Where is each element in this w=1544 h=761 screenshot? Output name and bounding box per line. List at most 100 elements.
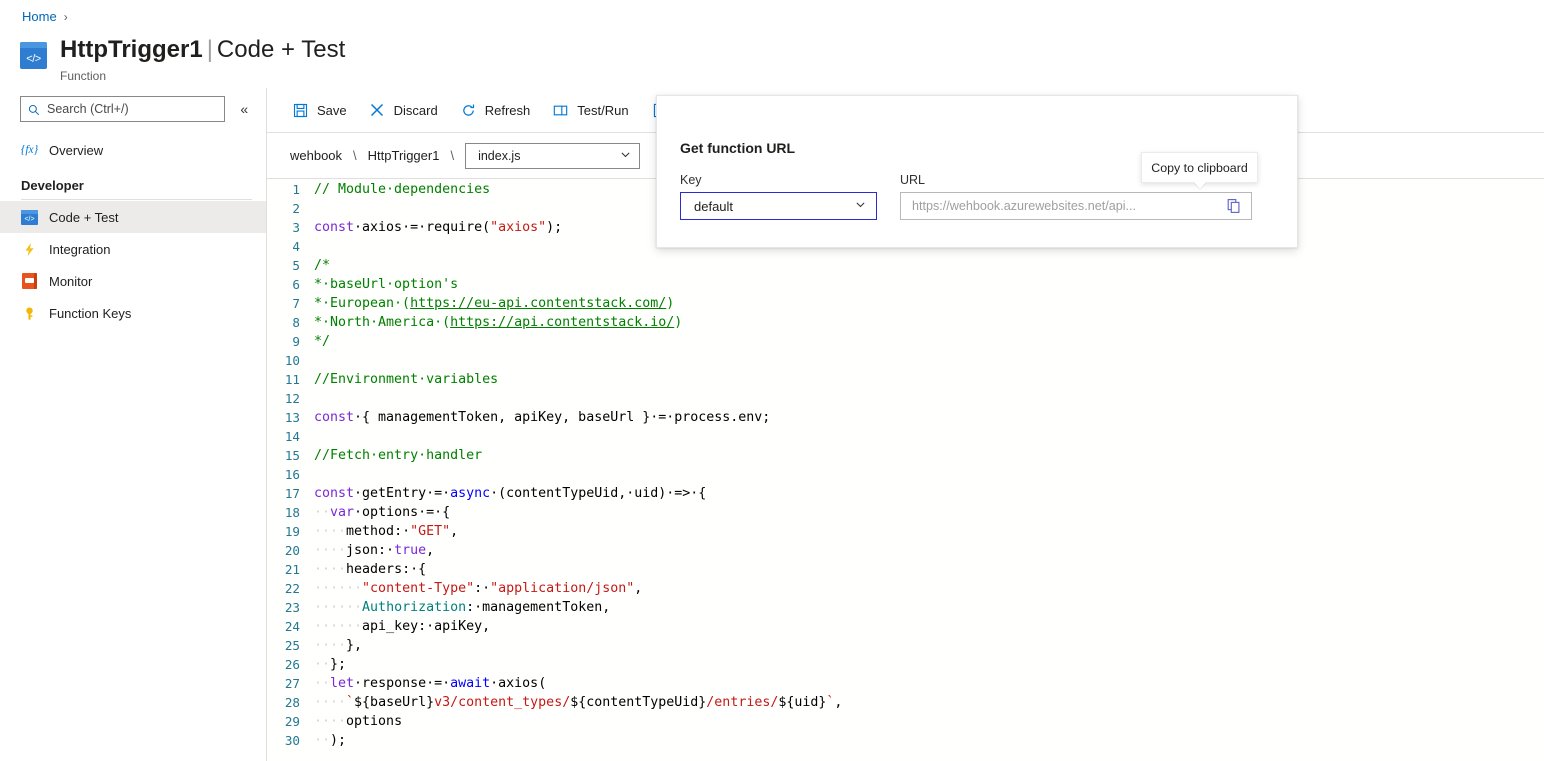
code-line-content: ··let·response·=·await·axios( bbox=[314, 676, 547, 691]
code-line: 27 ··let·response·=·await·axios( bbox=[267, 674, 1544, 693]
code-line: 19 ····method:·"GET", bbox=[267, 522, 1544, 541]
key-icon bbox=[21, 305, 38, 322]
file-path-app: wehbook bbox=[290, 148, 343, 163]
code-line-content: ······"content-Type":·"application/json"… bbox=[314, 581, 643, 596]
line-number: 4 bbox=[292, 239, 300, 254]
sidebar-item-label: Function Keys bbox=[49, 305, 132, 321]
code-line: 18 ··var·options·=·{ bbox=[267, 503, 1544, 522]
page-title-block: </> HttpTrigger1 | Code + Test Function bbox=[20, 36, 345, 83]
code-line-content: const·getEntry·=·async·(contentTypeUid,·… bbox=[314, 486, 707, 501]
search-input-placeholder: Search (Ctrl+/) bbox=[47, 102, 129, 116]
line-number: 20 bbox=[284, 543, 300, 558]
page-title-section: Code + Test bbox=[216, 36, 346, 63]
close-x-icon bbox=[369, 102, 386, 119]
line-number: 19 bbox=[284, 524, 300, 539]
code-line: 12 bbox=[267, 389, 1544, 408]
code-line-content: *·baseUrl·option's bbox=[314, 277, 459, 292]
save-button-label: Save bbox=[317, 102, 347, 118]
refresh-button[interactable]: Refresh bbox=[449, 95, 542, 125]
sidebar-item-integration[interactable]: Integration bbox=[0, 233, 266, 265]
line-number: 23 bbox=[284, 600, 300, 615]
code-icon: </> bbox=[21, 209, 38, 226]
line-number: 1 bbox=[292, 182, 300, 197]
line-number: 8 bbox=[292, 315, 300, 330]
sidebar-item-code-test[interactable]: </> Code + Test bbox=[0, 201, 266, 233]
sidebar-divider bbox=[21, 199, 252, 200]
breadcrumb-chevron-icon: › bbox=[63, 9, 68, 24]
code-line: 17 const·getEntry·=·async·(contentTypeUid… bbox=[267, 484, 1544, 503]
line-number: 16 bbox=[284, 467, 300, 482]
code-line-content: ······Authorization:·managementToken, bbox=[314, 600, 611, 615]
line-number: 24 bbox=[284, 619, 300, 634]
test-run-button-label: Test/Run bbox=[577, 102, 629, 118]
line-number: 2 bbox=[292, 201, 300, 216]
code-line: 16 bbox=[267, 465, 1544, 484]
breadcrumb-home[interactable]: Home bbox=[22, 9, 57, 24]
page-title: HttpTrigger1 | Code + Test bbox=[60, 36, 345, 64]
code-line: 9 */ bbox=[267, 332, 1544, 351]
code-line-content: */ bbox=[314, 334, 331, 349]
code-line-content: ····method:·"GET", bbox=[314, 524, 459, 539]
code-line-content: ··var·options·=·{ bbox=[314, 505, 451, 520]
code-line: 21 ····headers:·{ bbox=[267, 560, 1544, 579]
sidebar-item-function-keys[interactable]: Function Keys bbox=[0, 297, 266, 329]
save-disk-icon bbox=[292, 102, 309, 119]
save-button[interactable]: Save bbox=[281, 95, 358, 125]
code-line: 5 /* bbox=[267, 256, 1544, 275]
code-line-content: ····json:·true, bbox=[314, 543, 435, 558]
key-field-label: Key bbox=[680, 173, 702, 187]
file-path-separator: \ bbox=[450, 148, 455, 163]
lightning-bolt-icon bbox=[21, 241, 38, 258]
key-select-dropdown[interactable]: default bbox=[680, 192, 877, 220]
code-line: 6 *·baseUrl·option's bbox=[267, 275, 1544, 294]
line-number: 21 bbox=[284, 562, 300, 577]
code-line: 11 //Environment·variables bbox=[267, 370, 1544, 389]
discard-button[interactable]: Discard bbox=[358, 95, 449, 125]
code-line: 22 ······"content-Type":·"application/jso… bbox=[267, 579, 1544, 598]
code-line: 14 bbox=[267, 427, 1544, 446]
file-path-separator: \ bbox=[353, 148, 357, 163]
code-line: 25 ····}, bbox=[267, 636, 1544, 655]
sidebar-item-monitor[interactable]: Monitor bbox=[0, 265, 266, 297]
search-input[interactable]: Search (Ctrl+/) bbox=[20, 96, 225, 122]
code-line: 13 const·{ managementToken, apiKey, baseU… bbox=[267, 408, 1544, 427]
line-number: 25 bbox=[284, 638, 300, 653]
line-number: 15 bbox=[284, 448, 300, 463]
sidebar-search-row: Search (Ctrl+/) « bbox=[0, 88, 266, 132]
line-number: 11 bbox=[284, 372, 300, 387]
page-title-divider: | bbox=[206, 36, 213, 63]
sidebar-item-overview[interactable]: {fx} Overview bbox=[0, 134, 266, 166]
code-line-content: const·{ managementToken, apiKey, baseUrl… bbox=[314, 410, 771, 425]
sidebar-nav-list: {fx} Overview Developer </> Code + Test … bbox=[0, 132, 266, 329]
line-number: 3 bbox=[292, 220, 300, 235]
code-line-content: ····}, bbox=[314, 638, 363, 653]
sidebar-group-developer: Developer bbox=[21, 178, 84, 193]
code-line: 10 bbox=[267, 351, 1544, 370]
file-select-dropdown[interactable]: index.js bbox=[465, 142, 641, 169]
line-number: 13 bbox=[284, 410, 300, 425]
line-number: 27 bbox=[284, 676, 300, 691]
code-line-content: // Module·dependencies bbox=[314, 182, 491, 197]
key-field-group: Key default bbox=[680, 173, 877, 220]
azure-function-code-test-page: Home › </> HttpTrigger1 | Code + Test Func… bbox=[0, 0, 1544, 761]
sidebar-item-label: Overview bbox=[49, 142, 104, 158]
collapse-sidebar-button[interactable]: « bbox=[235, 99, 255, 119]
line-number: 29 bbox=[284, 714, 300, 729]
code-editor[interactable]: 1// Module·dependencies 2 3 const·axios·=·r… bbox=[267, 180, 1544, 761]
url-input[interactable]: https://wehbook.azurewebsites.net/api... bbox=[900, 192, 1252, 220]
sidebar: Search (Ctrl+/) « {fx} Overview Develope… bbox=[0, 88, 267, 761]
file-path-function: HttpTrigger1 bbox=[367, 148, 440, 163]
line-number: 10 bbox=[284, 353, 300, 368]
key-select-value: default bbox=[694, 198, 734, 214]
code-line-content: *·North·America·(https://api.contentstac… bbox=[314, 315, 683, 330]
test-run-button[interactable]: Test/Run bbox=[541, 95, 639, 125]
line-number: 14 bbox=[284, 429, 300, 444]
code-line-content: const·axios·=·require("axios"); bbox=[314, 220, 563, 235]
copy-to-clipboard-icon[interactable] bbox=[1225, 197, 1243, 215]
code-line: 20 ····json:·true, bbox=[267, 541, 1544, 560]
code-line: 26 ··}; bbox=[267, 655, 1544, 674]
line-number: 7 bbox=[292, 296, 300, 311]
discard-button-label: Discard bbox=[393, 102, 438, 118]
code-line: 8 *·North·America·(https://api.contentsta… bbox=[267, 313, 1544, 332]
search-icon bbox=[28, 103, 40, 116]
